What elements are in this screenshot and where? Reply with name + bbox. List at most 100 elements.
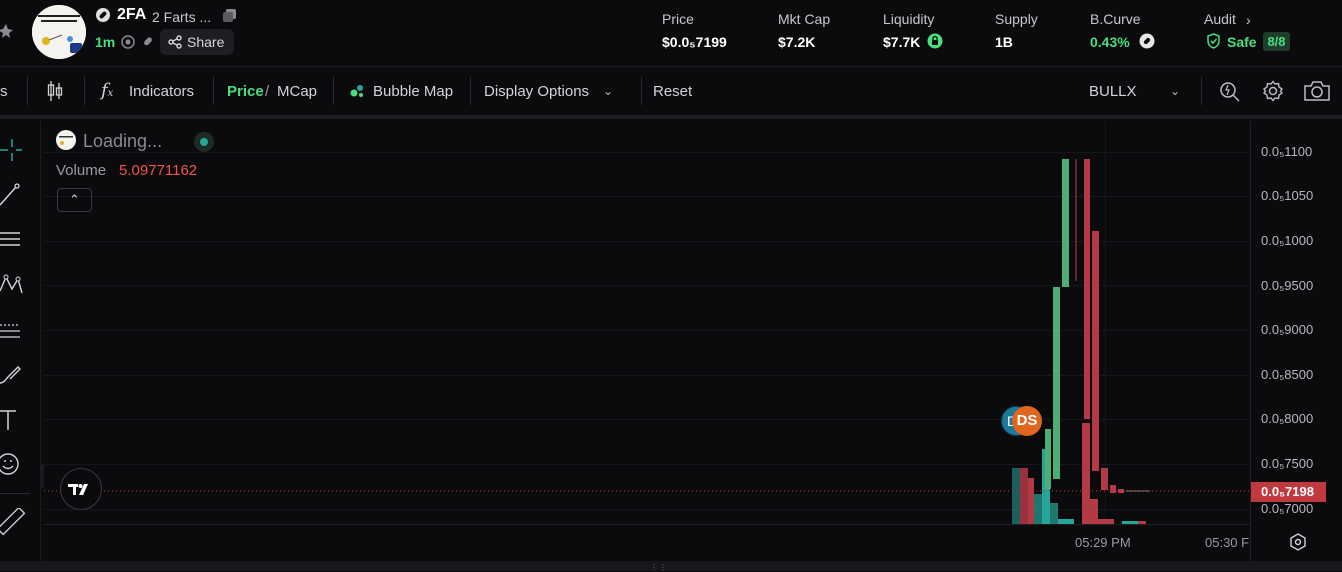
volume-bar: [1050, 503, 1058, 524]
token-age: 1m: [95, 34, 116, 50]
y-axis-label: 0.0₅9000: [1261, 322, 1314, 337]
axis-settings-hex-icon[interactable]: [1289, 533, 1307, 551]
search-circle-icon[interactable]: [121, 35, 135, 49]
y-axis-label: 0.0₅9500: [1261, 278, 1314, 293]
favorite-star-icon[interactable]: [0, 16, 18, 44]
candles-layer: [44, 159, 1250, 524]
volume-bar: [1122, 521, 1130, 524]
stat-bcurve-value: 0.43%: [1090, 34, 1130, 50]
pattern-icon[interactable]: [0, 271, 28, 299]
gear-icon[interactable]: [1262, 80, 1284, 102]
candle: [1053, 287, 1060, 479]
x-axis-label: 05:29 PM: [1075, 535, 1131, 550]
y-axis-label: 0.0₅8000: [1261, 411, 1314, 426]
stat-audit-label[interactable]: Audit: [1204, 11, 1236, 27]
tradingview-logo[interactable]: [60, 468, 102, 510]
token-header: 2FA 2 Farts ... 1m Share Price $0.0₅7199…: [0, 0, 1342, 67]
drawing-tools-sidebar: ‹: [0, 121, 53, 561]
volume-bar: [1034, 494, 1042, 524]
y-axis-label: 0.0₅1000: [1261, 233, 1314, 248]
chevron-right-icon[interactable]: ›: [1246, 12, 1251, 28]
magnifier-flash-icon[interactable]: [1219, 80, 1241, 102]
horizontal-lines-icon[interactable]: [0, 226, 28, 254]
mcap-toggle[interactable]: MCap: [277, 83, 317, 100]
toolbar-divider: [641, 77, 642, 105]
price-chart[interactable]: Loading... Volume 5.09771162 ⌃ DS 0.0₅11…: [44, 121, 1342, 561]
pill-icon: [96, 8, 110, 22]
toolbar-cut-text[interactable]: s: [0, 83, 8, 100]
current-price-tag: 0.0₅7198: [1251, 482, 1326, 502]
stat-price-value: $0.0₅7199: [662, 34, 727, 50]
bubble-map-button[interactable]: Bubble Map: [373, 83, 453, 100]
reset-button[interactable]: Reset: [653, 83, 692, 100]
bubble-map-icon[interactable]: [350, 84, 366, 98]
toggle-slash: /: [265, 83, 270, 100]
price-toggle[interactable]: Price: [227, 83, 264, 100]
volume-bar: [1106, 519, 1114, 524]
y-axis-label: 0.0₅7000: [1261, 501, 1314, 516]
stat-liquidity-value: $7.7K: [883, 34, 921, 50]
trade-marker-ds[interactable]: DS: [1012, 406, 1042, 436]
resize-handle-bar[interactable]: ⋮⋮: [0, 561, 1342, 572]
y-axis-label: 0.0₅7500: [1261, 456, 1314, 471]
ruler-icon[interactable]: [0, 506, 28, 536]
stat-price-label: Price: [662, 11, 694, 27]
stat-supply-label: Supply: [995, 11, 1038, 27]
candlestick-icon[interactable]: [46, 80, 64, 102]
y-axis-label: 0.0₅1050: [1261, 188, 1314, 203]
volume-bar: [1082, 423, 1090, 524]
volume-bar: [1012, 468, 1020, 524]
token-ticker: 2FA: [117, 6, 147, 23]
y-axis-label: 0.0₅8500: [1261, 367, 1314, 382]
volume-bar: [1066, 519, 1074, 524]
volume-bar: [1098, 519, 1106, 524]
pill-small-icon[interactable]: [141, 35, 155, 49]
fib-retracement-icon[interactable]: [0, 316, 28, 344]
candle: [1110, 485, 1116, 493]
stat-liquidity-label: Liquidity: [883, 11, 935, 27]
trend-line-icon[interactable]: [0, 181, 28, 209]
candle: [1084, 159, 1090, 419]
crosshair-icon[interactable]: [0, 137, 28, 165]
volume-bar: [1138, 521, 1146, 524]
sidebar-divider: [0, 493, 30, 494]
toolbar-divider: [84, 77, 85, 105]
share-button[interactable]: Share: [160, 29, 234, 55]
source-select[interactable]: BULLX: [1089, 83, 1137, 100]
volume-bar: [1028, 478, 1034, 524]
token-logo: [32, 5, 86, 59]
toolbar-divider: [27, 77, 28, 105]
candle: [1062, 159, 1069, 287]
x-axis-label: 05:30 F: [1205, 535, 1250, 550]
chevron-down-icon[interactable]: ⌄: [603, 84, 613, 98]
source-chevron-down-icon[interactable]: ⌄: [1170, 84, 1180, 98]
toolbar-divider: [213, 77, 214, 105]
share-icon: [168, 35, 182, 49]
audit-score-badge: 8/8: [1263, 32, 1290, 51]
copy-icon[interactable]: [223, 9, 236, 22]
volume-bar: [1020, 468, 1028, 524]
pill-badge-icon: [1139, 33, 1155, 49]
share-label: Share: [187, 34, 225, 50]
token-name: 2 Farts ...: [152, 9, 212, 25]
indicators-button[interactable]: Indicators: [129, 83, 194, 100]
shield-icon: [1206, 33, 1221, 49]
candle: [1092, 231, 1099, 471]
toolbar-divider: [1201, 77, 1202, 105]
stat-audit-value: Safe: [1227, 34, 1257, 50]
text-tool-icon[interactable]: [0, 406, 28, 434]
stat-supply-value: 1B: [995, 34, 1013, 50]
function-icon[interactable]: fx: [101, 80, 121, 102]
stat-mktcap-label: Mkt Cap: [778, 11, 831, 27]
brush-icon[interactable]: [0, 361, 28, 389]
volume-bar: [1058, 519, 1066, 524]
y-axis-label: 0.0₅1100: [1261, 144, 1313, 159]
emoji-icon[interactable]: [0, 451, 28, 479]
time-axis-border: [44, 524, 1250, 525]
display-options-button[interactable]: Display Options: [484, 83, 589, 100]
candle: [1045, 429, 1051, 489]
chart-toolbar: s fx Indicators Price / MCap Bubble Map …: [0, 67, 1342, 119]
camera-icon[interactable]: [1303, 80, 1331, 102]
stat-bcurve-label: B.Curve: [1090, 11, 1141, 27]
toolbar-divider: [470, 77, 471, 105]
